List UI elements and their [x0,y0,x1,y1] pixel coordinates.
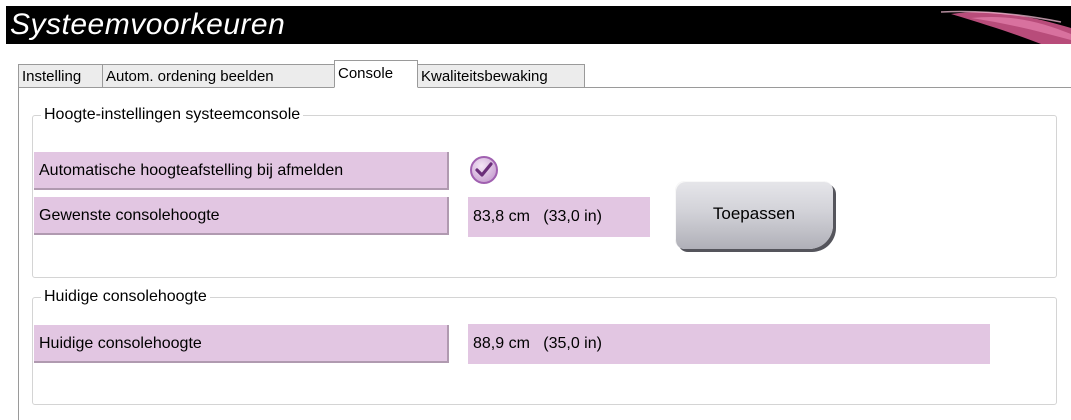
tab-autom-ordening-beelden[interactable]: Autom. ordening beelden [102,64,351,88]
current-height-label: Huidige consolehoogte [34,325,449,363]
window-title: Systeemvoorkeuren [10,8,286,41]
current-height-title: Huidige consolehoogte [41,287,210,307]
tab-kwaliteitsbewaking[interactable]: Kwaliteitsbewaking [417,64,585,88]
check-circle-icon[interactable] [469,155,499,185]
height-settings-title: Hoogte-instellingen systeemconsole [41,105,304,125]
tab-instelling[interactable]: Instelling [18,64,103,88]
title-bar: Systeemvoorkeuren [6,6,1071,44]
tab-console[interactable]: Console [334,60,418,88]
apply-button[interactable]: Toepassen [675,181,833,249]
desired-height-value[interactable]: 83,8 cm (33,0 in) [468,197,650,237]
desired-height-label: Gewenste consolehoogte [34,197,449,235]
current-height-value: 88,9 cm (35,0 in) [468,324,990,364]
auto-adjust-label: Automatische hoogteafstelling bij afmeld… [34,152,449,190]
decorative-swoosh [940,10,1071,44]
